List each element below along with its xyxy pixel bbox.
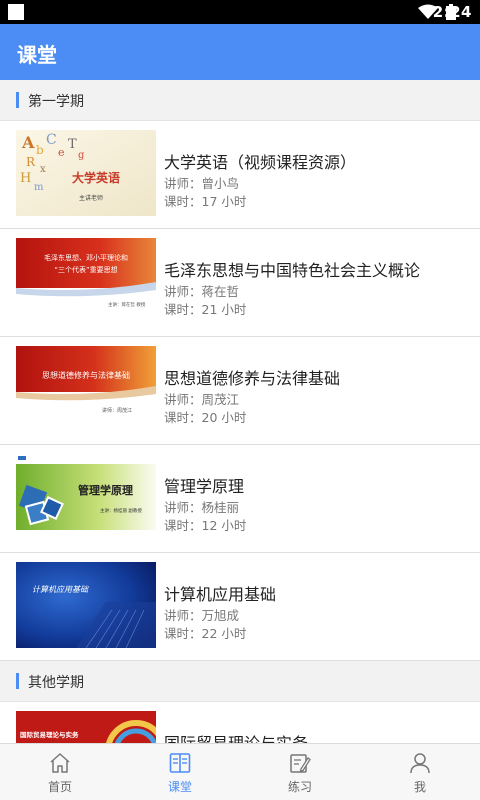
page-title: 课堂	[17, 43, 57, 67]
course-thumbnail: 思想道德修养与法律基础 讲师：周茂江	[16, 346, 156, 432]
course-item[interactable]: 计算机应用基础 计算机应用基础 讲师：万旭成 课时：22 小时	[0, 553, 480, 661]
course-thumbnail: 国际贸易理论与实务	[16, 711, 156, 743]
svg-text:主讲：杨桂丽 副教授: 主讲：杨桂丽 副教授	[100, 507, 142, 514]
course-item[interactable]: 毛泽东思想、邓小平理论和 “三个代表”重要思想 主讲：蒋在哲 教授 毛泽东思想与…	[0, 229, 480, 337]
status-time: 2:24	[432, 3, 472, 21]
section-accent-bar	[16, 673, 19, 689]
course-thumbnail: 计算机应用基础	[16, 562, 156, 648]
section-title: 其他学期	[28, 675, 84, 691]
svg-text:讲师：周茂江: 讲师：周茂江	[102, 407, 132, 414]
course-item[interactable]: 国际贸易理论与实务 国际贸易理论与实务	[0, 702, 480, 743]
home-icon	[50, 753, 70, 773]
nav-label: 练习	[287, 780, 312, 794]
section-header: 其他学期	[0, 661, 480, 702]
svg-text:思想道德修养与法律基础: 思想道德修养与法律基础	[42, 370, 130, 380]
svg-text:e: e	[58, 146, 65, 159]
course-title: 国际贸易理论与实务	[164, 730, 308, 743]
notification-icon	[8, 4, 24, 20]
course-hours: 课时：12 小时	[164, 518, 247, 533]
svg-text:大学英语: 大学英语	[72, 170, 120, 185]
status-bar: 2:24	[0, 0, 480, 24]
course-teacher: 讲师：曾小鸟	[164, 176, 240, 191]
course-title: 计算机应用基础	[164, 585, 277, 604]
book-icon	[169, 753, 191, 773]
svg-text:管理学原理: 管理学原理	[78, 483, 133, 497]
svg-text:b: b	[36, 143, 44, 157]
course-teacher: 讲师：杨桂丽	[164, 500, 240, 515]
svg-text:T: T	[68, 137, 77, 152]
section-header: 第一学期	[0, 80, 480, 121]
nav-home[interactable]: 首页	[0, 744, 120, 800]
course-item[interactable]: 思想道德修养与法律基础 讲师：周茂江 思想道德修养与法律基础 讲师：周茂江 课时…	[0, 337, 480, 445]
course-title: 思想道德修养与法律基础	[164, 369, 341, 388]
course-teacher: 讲师：周茂江	[164, 392, 240, 407]
course-hours: 课时：21 小时	[164, 302, 247, 317]
bottom-nav: 首页 课堂 练习 我	[0, 743, 480, 800]
nav-label: 我	[413, 780, 426, 794]
svg-text:H: H	[20, 171, 31, 186]
course-teacher: 讲师：蒋在哲	[164, 284, 240, 299]
user-icon	[410, 753, 430, 774]
nav-label: 课堂	[167, 780, 192, 794]
course-thumbnail: 管理学原理 主讲：杨桂丽 副教授	[16, 454, 156, 540]
course-title: 管理学原理	[164, 477, 245, 496]
svg-text:主讲：蒋在哲 教授: 主讲：蒋在哲 教授	[108, 301, 146, 308]
app-bar: 课堂	[0, 24, 480, 80]
course-item[interactable]: A b C e T R x H m g 大学英语 主讲老师 大学英语（视频课程资…	[0, 121, 480, 229]
nav-me[interactable]: 我	[360, 744, 480, 800]
course-title: 大学英语（视频课程资源）	[164, 153, 357, 172]
course-title: 毛泽东思想与中国特色社会主义概论	[164, 261, 421, 280]
course-item[interactable]: 管理学原理 主讲：杨桂丽 副教授 管理学原理 讲师：杨桂丽 课时：12 小时	[0, 445, 480, 553]
svg-text:毛泽东思想、邓小平理论和: 毛泽东思想、邓小平理论和	[44, 253, 128, 262]
nav-label: 首页	[47, 780, 72, 794]
svg-text:C: C	[46, 132, 57, 148]
edit-icon	[290, 754, 311, 773]
nav-classroom[interactable]: 课堂	[120, 744, 240, 800]
section-title: 第一学期	[28, 94, 84, 110]
svg-text:x: x	[40, 164, 46, 175]
course-hours: 课时：20 小时	[164, 410, 247, 425]
svg-text:主讲老师: 主讲老师	[79, 194, 103, 202]
svg-text:计算机应用基础: 计算机应用基础	[32, 585, 89, 594]
course-thumbnail: A b C e T R x H m g 大学英语 主讲老师	[16, 130, 156, 216]
svg-text:A: A	[21, 133, 35, 152]
course-list[interactable]: 第一学期 A b C e T R x H m g 大学英语 主讲老师 大学英语（…	[0, 80, 480, 743]
svg-text:“三个代表”重要思想: “三个代表”重要思想	[54, 265, 117, 274]
nav-practice[interactable]: 练习	[240, 744, 360, 800]
course-hours: 课时：22 小时	[164, 626, 247, 641]
svg-text:国际贸易理论与实务: 国际贸易理论与实务	[20, 730, 79, 739]
section-accent-bar	[16, 92, 19, 108]
svg-text:R: R	[26, 155, 36, 169]
svg-text:g: g	[78, 150, 85, 161]
svg-text:m: m	[34, 182, 44, 193]
course-thumbnail: 毛泽东思想、邓小平理论和 “三个代表”重要思想 主讲：蒋在哲 教授	[16, 238, 156, 324]
course-teacher: 讲师：万旭成	[164, 608, 240, 623]
course-hours: 课时：17 小时	[164, 194, 247, 209]
